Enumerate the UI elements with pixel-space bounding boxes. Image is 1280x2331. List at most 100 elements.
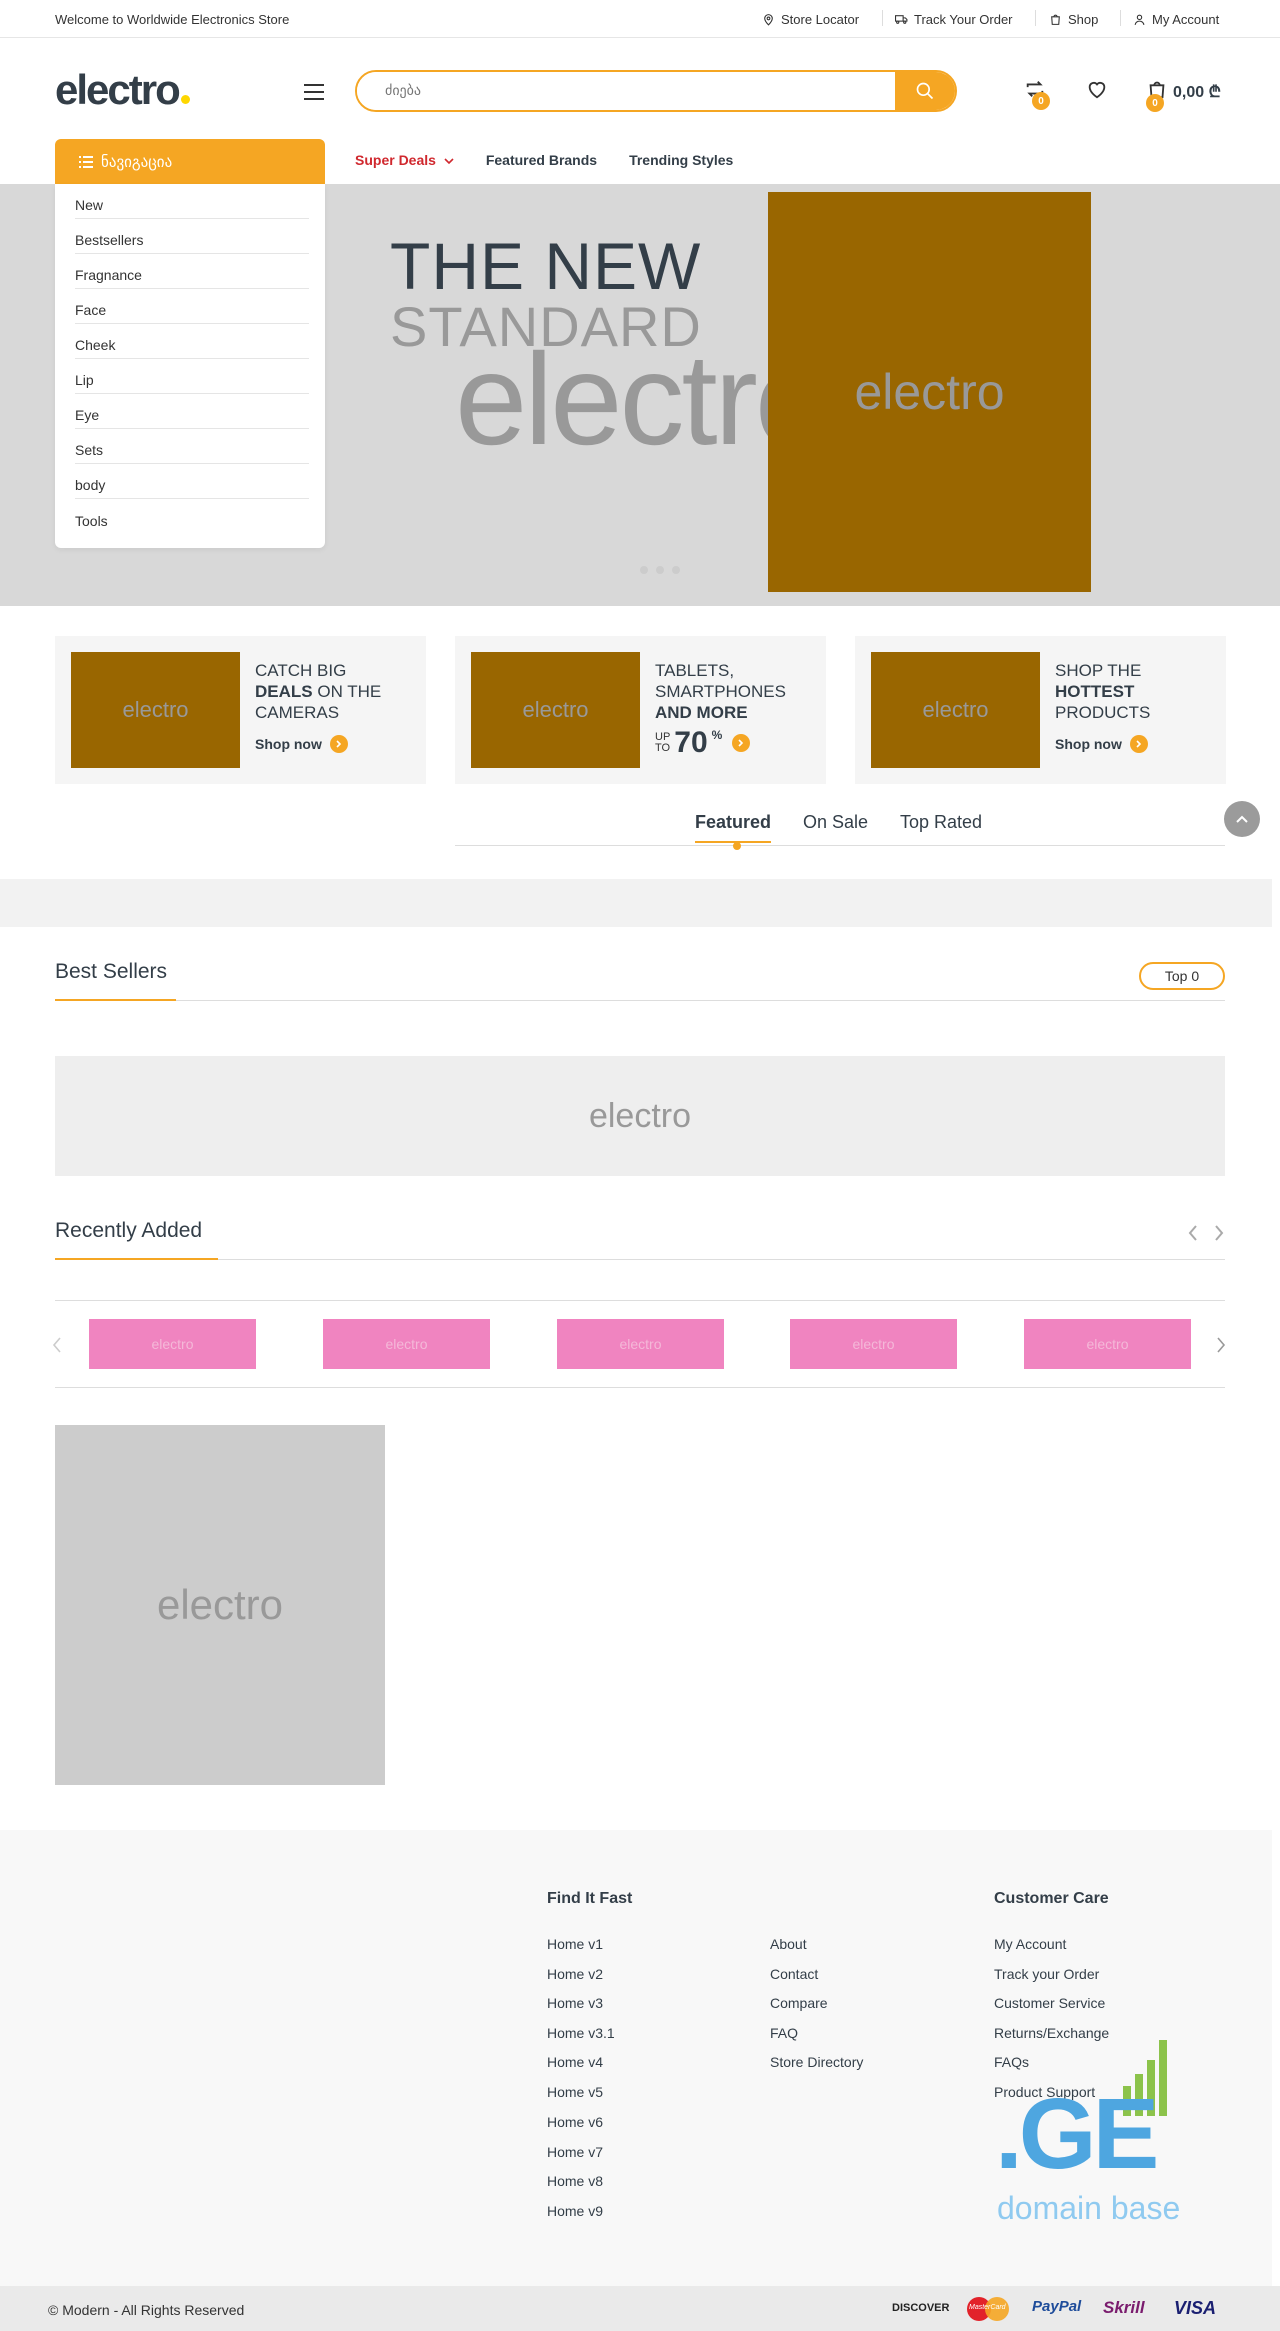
best-sellers-title: Best Sellers: [55, 960, 168, 983]
recent-product-image[interactable]: electro: [89, 1319, 256, 1369]
top-filter-button[interactable]: Top 0: [1139, 962, 1225, 990]
footer-link[interactable]: Customer Service: [994, 1995, 1105, 2011]
footer-link[interactable]: Home v3: [547, 1995, 603, 2011]
chevron-right-icon[interactable]: [1212, 1223, 1226, 1243]
my-account-link[interactable]: My Account: [1133, 12, 1219, 27]
carousel-prev-icon[interactable]: [50, 1335, 64, 1355]
list-icon: [79, 156, 93, 168]
footer-link[interactable]: About: [770, 1936, 807, 1952]
title-underline: [55, 999, 176, 1001]
slider-dots[interactable]: [640, 566, 680, 574]
category-item[interactable]: Face: [75, 289, 309, 324]
footer-link[interactable]: Home v1: [547, 1936, 603, 1952]
tab-on-sale[interactable]: On Sale: [803, 812, 868, 833]
departments-label: ნავიგაცია: [101, 153, 173, 171]
banner-image: electro: [71, 652, 240, 768]
footer-link[interactable]: Returns/Exchange: [994, 2025, 1109, 2041]
footer-link[interactable]: Home v6: [547, 2114, 603, 2130]
footer-link[interactable]: Home v4: [547, 2054, 603, 2070]
category-item[interactable]: Fragnance: [75, 254, 309, 289]
category-item[interactable]: Bestsellers: [75, 219, 309, 254]
hero-image: electro: [768, 192, 1091, 592]
cart-count-badge: 0: [1146, 94, 1164, 112]
recent-product-image[interactable]: electro: [557, 1319, 724, 1369]
footer-link[interactable]: Track your Order: [994, 1966, 1099, 1982]
slider-dot[interactable]: [640, 566, 648, 574]
my-account-label: My Account: [1152, 12, 1220, 27]
banner-text: SHOP THE HOTTEST PRODUCTS: [1055, 661, 1151, 722]
promo-banner-tablets[interactable]: electro TABLETS, SMARTPHONES AND MORE UP T…: [455, 636, 826, 784]
track-order-link[interactable]: Track Your Order: [895, 12, 1013, 27]
footer-link[interactable]: Home v8: [547, 2173, 603, 2189]
store-locator-link[interactable]: Store Locator: [762, 12, 859, 27]
cart-total[interactable]: 0,00 ₾: [1173, 80, 1221, 102]
footer-link[interactable]: Home v9: [547, 2203, 603, 2219]
logo-text: electro: [55, 66, 181, 113]
banner-image: electro: [471, 652, 640, 768]
category-item[interactable]: Cheek: [75, 324, 309, 359]
discount-percent: 70: [674, 726, 708, 759]
paypal-logo: PayPal: [1032, 2298, 1082, 2315]
cart-button[interactable]: 0: [1146, 78, 1172, 112]
footer-link[interactable]: Contact: [770, 1966, 818, 1982]
footer-link[interactable]: Home v3.1: [547, 2025, 615, 2041]
scroll-to-top-button[interactable]: [1224, 801, 1260, 837]
slider-dot[interactable]: [656, 566, 664, 574]
recently-added-title: Recently Added: [55, 1219, 203, 1242]
promo-banner-cameras[interactable]: electro CATCH BIG DEALS ON THE CAMERAS Sh…: [55, 636, 426, 784]
shop-now-link[interactable]: Shop now: [1055, 735, 1148, 753]
compare-button[interactable]: 0: [1024, 78, 1050, 110]
product-tabs: Featured On Sale Top Rated: [455, 806, 1225, 850]
site-logo[interactable]: electro: [55, 66, 190, 114]
shop-now-label: Shop now: [255, 736, 322, 752]
shop-now-link[interactable]: Shop now: [255, 735, 348, 753]
footer-link[interactable]: FAQ: [770, 2025, 798, 2041]
discount-label: UP TO 70 %: [655, 726, 751, 760]
category-item[interactable]: Tools: [75, 499, 309, 534]
mastercard-logo: MasterCard: [967, 2295, 1009, 2323]
footer-link[interactable]: Home v7: [547, 2144, 603, 2160]
footer-link[interactable]: Store Directory: [770, 2054, 863, 2070]
nav-featured-brands[interactable]: Featured Brands: [486, 152, 597, 168]
search-input[interactable]: [357, 72, 897, 110]
divider: [1035, 10, 1036, 26]
category-item[interactable]: Sets: [75, 429, 309, 464]
wishlist-button[interactable]: [1086, 78, 1112, 104]
chevron-left-icon[interactable]: [1186, 1223, 1200, 1243]
category-item[interactable]: Eye: [75, 394, 309, 429]
shop-link[interactable]: Shop: [1049, 12, 1098, 27]
featured-image[interactable]: electro: [55, 1425, 385, 1785]
promo-banner-hottest[interactable]: electro SHOP THE HOTTEST PRODUCTS Shop now: [855, 636, 1226, 784]
nav-trending-styles[interactable]: Trending Styles: [629, 152, 733, 168]
search-button[interactable]: [895, 72, 955, 110]
truck-icon: [895, 15, 908, 24]
recent-product-image[interactable]: electro: [323, 1319, 490, 1369]
find-it-fast-title: Find It Fast: [547, 1890, 633, 1907]
slider-dot[interactable]: [672, 566, 680, 574]
footer-link[interactable]: Home v5: [547, 2084, 603, 2100]
footer-link[interactable]: My Account: [994, 1936, 1066, 1952]
nav-super-deals-label: Super Deals: [355, 152, 436, 168]
welcome-text: Welcome to Worldwide Electronics Store: [55, 12, 290, 27]
carousel-next-icon[interactable]: [1214, 1335, 1228, 1355]
departments-toggle[interactable]: ნავიგაცია: [55, 139, 325, 185]
menu-toggle-icon[interactable]: [304, 84, 324, 100]
arrow-right-icon[interactable]: [732, 734, 751, 752]
category-item[interactable]: body: [75, 464, 309, 499]
banner-image: electro: [871, 652, 1040, 768]
customer-care-title: Customer Care: [994, 1890, 1109, 1907]
category-item[interactable]: New: [75, 184, 309, 219]
best-sellers-banner: electro: [55, 1056, 1225, 1176]
recent-product-image[interactable]: electro: [790, 1319, 957, 1369]
tab-top-rated[interactable]: Top Rated: [900, 812, 982, 833]
tab-featured[interactable]: Featured: [695, 812, 772, 843]
nav-super-deals[interactable]: Super Deals: [355, 152, 454, 168]
arrow-right-icon: [329, 735, 348, 753]
footer-link[interactable]: Home v2: [547, 1966, 603, 1982]
recent-product-image[interactable]: electro: [1024, 1319, 1191, 1369]
divider: [1120, 10, 1121, 26]
divider: [55, 1000, 1225, 1001]
category-item[interactable]: Lip: [75, 359, 309, 394]
top-bar: Welcome to Worldwide Electronics Store S…: [0, 0, 1280, 38]
footer-link[interactable]: Compare: [770, 1995, 828, 2011]
